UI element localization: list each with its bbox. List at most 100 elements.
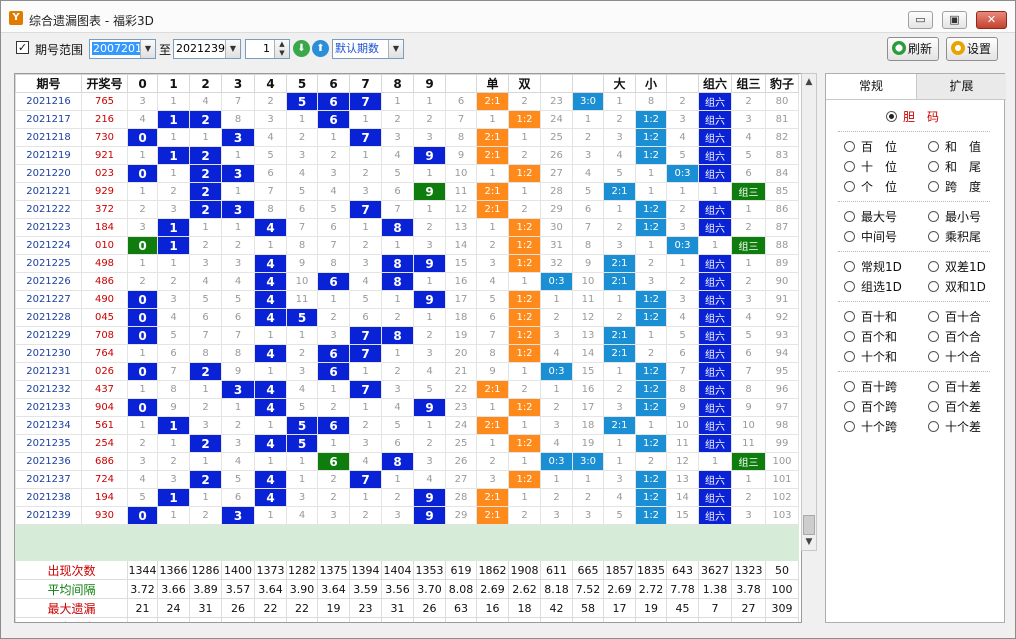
maximize-button[interactable]: ▣ [942,11,967,29]
radio-option[interactable]: 百十和 [844,310,897,324]
table-cell: 5 [286,182,318,201]
radio-option[interactable]: 百个跨 [844,400,897,414]
radio-option[interactable]: 最小号 [928,210,981,224]
table-cell: 0:3 [666,164,699,183]
radio-option[interactable]: 百个合 [928,330,981,344]
table-cell: 1:2 [635,362,667,381]
table-row[interactable]: 2021230 764 1 6 8 8 4 2 6 7 1 3 20 8 1:2 4 14 2:1 2 6 组六 6 94 [15,344,799,363]
radio-option[interactable]: 胆 码 [886,110,939,124]
table-row[interactable]: 2021225 498 1 1 3 3 4 9 8 3 8 9 15 3 1:2 32 9 2:1 2 1 组六 1 89 [15,254,799,273]
radio-option[interactable]: 最大号 [844,210,897,224]
radio-option[interactable]: 中间号 [844,230,897,244]
radio-option[interactable]: 十个合 [928,350,981,364]
table-row[interactable]: 2021218 730 0 1 1 3 4 2 1 7 3 3 8 2:1 1 25 2 3 1:2 4 组六 4 82 [15,128,799,147]
table-cell: 19 [445,326,477,345]
close-button[interactable]: ✕ [976,11,1007,29]
radio-icon [928,381,939,392]
stat-label: 最大连出 [15,617,128,622]
table-cell: 2 [540,308,573,327]
table-row[interactable]: 2021233 904 0 9 2 1 4 5 2 1 4 9 23 1 1:2 2 17 3 1:2 9 组六 9 97 [15,398,799,417]
tab-normal[interactable]: 常规 [826,74,916,100]
column-header [666,74,699,93]
radio-option[interactable]: 十 位 [844,160,897,174]
stat-value: 3 [540,617,573,622]
table-row[interactable]: 2021216 765 3 1 4 7 2 5 6 7 1 1 6 2:1 2 23 3:0 1 8 2 组六 2 80 [15,92,799,111]
table-row[interactable]: 2021222 372 2 3 2 3 8 6 5 7 7 1 12 2:1 2 29 6 1 1:2 2 组六 1 86 [15,200,799,219]
table-row[interactable]: 2021217 216 4 1 2 8 3 1 6 1 2 2 7 1 1:2 24 1 2 1:2 3 组六 3 81 [15,110,799,129]
radio-label: 百十差 [945,380,982,394]
radio-option[interactable]: 百 位 [844,140,897,154]
end-period-select[interactable]: 2021239 ▼ [173,39,241,59]
table-cell: 2 [189,470,222,489]
radio-option[interactable]: 和 尾 [928,160,981,174]
period-range-checkbox[interactable]: ✓ [16,41,29,54]
table-cell: 2 [189,182,222,201]
table-row[interactable]: 2021239 930 0 1 2 3 1 4 3 2 3 9 29 2:1 2 3 3 5 1:2 15 组六 3 103 [15,506,799,525]
table-cell: 3 [603,470,636,489]
arrow-down-icon[interactable]: ⬇ [293,40,310,57]
table-row[interactable]: 2021235 254 2 1 2 3 4 5 1 3 6 2 25 1 1:2 4 19 1 1:2 11 组六 11 9… [15,434,799,453]
settings-button[interactable]: 设置 [946,37,999,61]
table-row[interactable]: 2021224 010 0 1 2 2 1 8 7 2 1 3 14 2 1:2 31 8 3 1 0:3 1 组三 88 [15,236,799,255]
radio-option[interactable]: 十个差 [928,420,981,434]
radio-option[interactable]: 个 位 [844,180,897,194]
table-cell: 2 [508,200,541,219]
table-row[interactable]: 2021228 045 0 4 6 6 4 5 2 6 2 1 18 6 1:2 2 12 2 1:2 4 组六 4 92 [15,308,799,327]
arrow-up-icon[interactable]: ⬆ [312,40,329,57]
radio-option[interactable]: 百十跨 [844,380,897,394]
scroll-down-icon[interactable]: ▼ [802,534,816,550]
table-row[interactable]: 2021234 561 1 1 3 2 1 5 6 2 5 1 24 2:1 1 3 18 2:1 1 10 组六 10 9… [15,416,799,435]
radio-option[interactable]: 双和1D [928,280,986,294]
table-cell: 5 [731,146,766,165]
radio-option[interactable]: 常规1D [844,260,902,274]
stat-value: 1366 [157,560,190,580]
table-row[interactable]: 2021229 708 0 5 7 7 1 1 3 7 8 2 19 7 1:2 3 13 2:1 1 5 组六 5 93 [15,326,799,345]
table-row[interactable]: 2021236 686 3 2 1 4 1 1 6 4 8 3 26 2 1 0:3 3:0 1 2 12 1 组三 100 [15,452,799,471]
refresh-button[interactable]: 刷新 [887,37,940,61]
table-cell: 5 [666,326,699,345]
table-row[interactable]: 2021220 023 0 1 2 3 6 4 3 2 5 1 10 1 1:2 27 4 5 1 0:3 组六 6 84 [15,164,799,183]
table-row[interactable]: 2021227 490 0 3 5 5 4 11 1 5 1 9 17 5 1:2 1 11 1 1:2 3 组六 3 91 [15,290,799,309]
table-cell: 91 [765,290,799,309]
radio-option[interactable]: 组选1D [844,280,902,294]
radio-option[interactable]: 跨 度 [928,180,981,194]
radio-option[interactable]: 十个和 [844,350,897,364]
tab-extend[interactable]: 扩展 [916,74,1006,100]
radio-option[interactable]: 十个跨 [844,420,897,434]
table-row[interactable]: 2021238 194 5 1 1 6 4 3 2 1 2 9 28 2:1 1 2 2 4 1:2 14 组六 2 102 [15,488,799,507]
table-cell: 92 [765,308,799,327]
minimize-button[interactable]: ▭ [908,11,933,29]
count-stepper[interactable]: 1 ▲ ▼ [245,39,290,59]
radio-option[interactable]: 双差1D [928,260,986,274]
stat-value: 1908 [508,560,541,580]
radio-option[interactable]: 百个差 [928,400,981,414]
stat-value: 1 [765,617,799,622]
scroll-thumb[interactable] [803,515,815,535]
radio-option[interactable]: 百十合 [928,310,981,324]
table-row[interactable]: 2021223 184 3 1 1 1 4 7 6 1 8 2 13 1 1:2 30 7 2 1:2 3 组六 2 87 [15,218,799,237]
stepper-arrows-icon[interactable]: ▲ ▼ [274,40,289,58]
start-period-select[interactable]: 2007201 ▼ [89,39,156,59]
radio-option[interactable]: 百十差 [928,380,981,394]
table-cell: 1 [157,146,190,165]
radio-option[interactable]: 乘积尾 [928,230,981,244]
table-cell: 7 [349,344,382,363]
vertical-scrollbar[interactable]: ▲ ▼ [801,73,817,551]
table-cell: 8 [731,380,766,399]
table-row[interactable]: 2021221 929 1 2 2 1 7 5 4 3 6 9 11 2:1 1 28 5 2:1 1 1 1 组三 85 [15,182,799,201]
table-cell: 30 [540,218,573,237]
omission-table[interactable]: 期号 开奖号 0 1 2 3 4 5 6 7 8 9 单双大小组六 组三 豹子 2021216 765 3 1 4 7… [14,73,802,623]
scroll-up-icon[interactable]: ▲ [802,74,816,90]
table-cell: 3 [317,326,350,345]
default-periods-select[interactable]: 默认期数 ▼ [332,39,404,59]
radio-option[interactable]: 和 值 [928,140,981,154]
stat-value: 24 [157,598,190,618]
period-cell: 2021238 [15,488,82,507]
table-row[interactable]: 2021231 026 0 7 2 9 1 3 6 1 2 4 21 9 1 0:3 15 1 1:2 7 组六 7 95 [15,362,799,381]
title-bar[interactable]: Y 综合遗漏图表 - 福彩3D ▭ ▣ ✕ [1,1,1015,33]
table-row[interactable]: 2021226 486 2 2 4 4 4 10 6 4 8 1 16 4 1 0:3 10 2:1 3 2 组六 2 90 [15,272,799,291]
radio-option[interactable]: 百个和 [844,330,897,344]
table-row[interactable]: 2021237 724 4 3 2 5 4 1 2 7 1 4 27 3 1:2 1 1 3 1:2 13 组六 1 101 [15,470,799,489]
table-row[interactable]: 2021232 437 1 8 1 3 4 4 1 7 3 5 22 2:1 2 1 16 2 1:2 8 组六 8 96 [15,380,799,399]
table-row[interactable]: 2021219 921 1 1 2 1 5 3 2 1 4 9 9 2:1 2 26 3 4 1:2 5 组六 5 83 [15,146,799,165]
